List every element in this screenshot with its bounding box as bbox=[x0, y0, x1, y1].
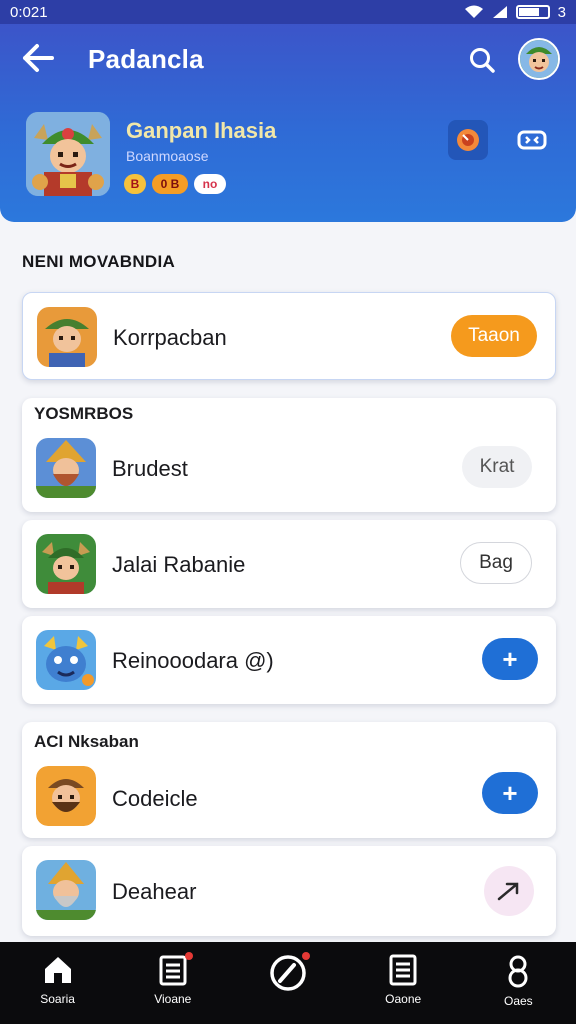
battery-level: 3 bbox=[557, 3, 566, 21]
search-button[interactable] bbox=[462, 40, 502, 80]
item-label: Korrpacban bbox=[113, 325, 227, 350]
status-time: 0:021 bbox=[10, 3, 48, 21]
list-item-group: YOSMRBOS Brudest Krat bbox=[22, 398, 556, 512]
soldier-icon bbox=[37, 307, 97, 367]
item-label: Codeicle bbox=[112, 786, 198, 811]
badge-status: no bbox=[194, 174, 226, 194]
badge-coins: 0 B bbox=[152, 174, 188, 194]
nav-item-documents[interactable]: Oaone bbox=[353, 954, 453, 1006]
item-label: Jalai Rabanie bbox=[112, 552, 246, 577]
warrior-portrait-icon bbox=[26, 112, 110, 196]
wifi-icon bbox=[464, 5, 483, 18]
search-icon bbox=[470, 48, 495, 73]
plus-label: + bbox=[502, 778, 518, 808]
profile-name: Ganpan Ihasia bbox=[126, 118, 277, 143]
nav-item-activity[interactable] bbox=[238, 952, 338, 998]
user-avatar[interactable] bbox=[518, 38, 560, 80]
home-icon bbox=[44, 957, 71, 983]
achievement-button[interactable] bbox=[448, 120, 488, 160]
signal-icon bbox=[492, 6, 507, 18]
profile-badges: B 0 B no bbox=[124, 174, 226, 194]
nav-item-home[interactable]: Soaria bbox=[8, 954, 108, 1006]
gauge-icon bbox=[270, 955, 306, 991]
back-arrow-icon bbox=[23, 44, 54, 72]
bearded-hero-icon bbox=[36, 766, 96, 826]
battery-icon bbox=[515, 5, 550, 19]
item-label: Reinooodara @) bbox=[112, 648, 274, 673]
game-thumbnail bbox=[36, 438, 96, 498]
gamepad-button[interactable] bbox=[514, 122, 550, 158]
monster-icon bbox=[36, 630, 96, 690]
list-item[interactable]: Deahear bbox=[22, 846, 556, 936]
dwarf-icon bbox=[36, 438, 96, 498]
section-title-active: ACI Nksaban bbox=[34, 732, 139, 751]
gamepad-icon bbox=[517, 130, 547, 150]
game-thumbnail bbox=[37, 307, 97, 367]
profile-header: Padancla Ganpan Ihasia Boanmoaose B 0 B … bbox=[0, 24, 576, 222]
nav-item-list[interactable]: Vioane bbox=[123, 952, 223, 1006]
game-thumbnail bbox=[36, 534, 96, 594]
list-item[interactable]: Korrpacban Taaon bbox=[22, 292, 556, 380]
status-icons: 3 bbox=[464, 4, 566, 21]
notification-dot bbox=[301, 952, 310, 960]
badge-level: B bbox=[124, 174, 146, 194]
document-icon bbox=[389, 954, 417, 986]
list-item[interactable]: Reinooodara @) + bbox=[22, 616, 556, 704]
list-icon bbox=[159, 955, 187, 986]
section-title-popular: YOSMRBOS bbox=[34, 404, 134, 423]
list-item-group: ACI Nksaban Codeicle + bbox=[22, 722, 556, 838]
bottom-navigation: Soaria Vioane Oaone Oaes bbox=[0, 942, 576, 1024]
item-action-button[interactable]: Krat bbox=[462, 446, 532, 488]
item-label: Brudest bbox=[112, 456, 188, 481]
game-thumbnail bbox=[36, 860, 96, 920]
medal-icon bbox=[457, 129, 479, 151]
add-button[interactable]: + bbox=[482, 638, 538, 680]
item-action-button[interactable]: Taaon bbox=[451, 315, 537, 357]
list-item[interactable]: Jalai Rabanie Bag bbox=[22, 520, 556, 608]
section-title-new: NENI MOVABNDIA bbox=[22, 252, 176, 271]
share-button[interactable] bbox=[484, 866, 534, 916]
game-thumbnail bbox=[36, 766, 96, 826]
warrior-avatar-icon bbox=[520, 40, 558, 78]
back-button[interactable] bbox=[18, 38, 58, 78]
game-thumbnail bbox=[36, 630, 96, 690]
profile-subtitle: Boanmoaose bbox=[126, 148, 209, 164]
status-bar: 0:021 3 bbox=[0, 0, 576, 24]
notification-dot bbox=[184, 952, 193, 960]
nav-label: Oaone bbox=[385, 992, 422, 1006]
add-button[interactable]: + bbox=[482, 772, 538, 814]
nav-label: Oaes bbox=[504, 994, 533, 1008]
page-title: Padancla bbox=[88, 44, 204, 74]
profile-picture[interactable] bbox=[26, 112, 110, 196]
nav-label: Soaria bbox=[40, 992, 75, 1006]
nav-item-profile[interactable]: Oaes bbox=[468, 954, 568, 1008]
arrow-icon bbox=[497, 882, 519, 901]
dwarf-miner-icon bbox=[36, 860, 96, 920]
plus-label: + bbox=[502, 644, 518, 674]
profile-icon bbox=[508, 955, 528, 988]
app-bar: Padancla bbox=[0, 24, 576, 92]
item-action-button[interactable]: Bag bbox=[460, 542, 532, 584]
elf-warrior-icon bbox=[36, 534, 96, 594]
item-label: Deahear bbox=[112, 879, 197, 904]
nav-label: Vioane bbox=[154, 992, 192, 1006]
